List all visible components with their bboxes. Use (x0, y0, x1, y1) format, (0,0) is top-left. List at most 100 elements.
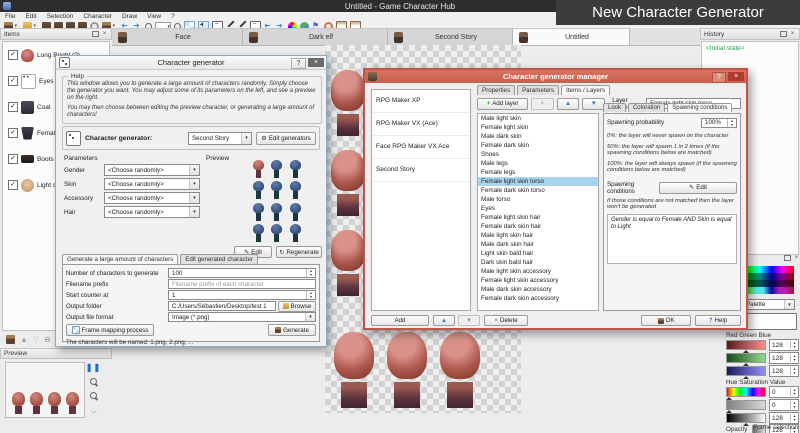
layer-row[interactable]: Male dark skin hair (478, 240, 598, 249)
move-item-down-icon[interactable]: ▽ (33, 335, 39, 344)
menu-character[interactable]: Character (78, 13, 117, 20)
tab-items-layers[interactable]: Items / Layers (561, 85, 610, 95)
move-layer-up-button[interactable]: ▲ (557, 98, 580, 110)
layer-row[interactable]: Female light skin accessory (478, 276, 598, 285)
layer-row[interactable]: Male dark skin accessory (478, 285, 598, 294)
help-titlebar-button[interactable]: ? (291, 58, 306, 69)
layer-row[interactable]: Male legs (478, 159, 598, 168)
delete-generator-button[interactable]: ×Delete (484, 315, 528, 326)
generator-list-item[interactable]: Face RPG Maker VX Ace (372, 136, 470, 159)
move-generator-up-button[interactable]: ▲ (433, 315, 455, 326)
float-panel-icon[interactable] (92, 31, 99, 37)
edit-generators-button[interactable]: ⚙ Edit generators (256, 132, 316, 145)
tab-spawning-conditions[interactable]: Spawning conditions (667, 103, 732, 112)
tab-generate-large-amount[interactable]: Generate a large amount of characters (62, 254, 178, 264)
history-entry[interactable]: <Initial state> (702, 42, 798, 55)
layer-row[interactable]: Shoes (478, 150, 598, 159)
layer-row[interactable]: Female dark skin hair (478, 222, 598, 231)
filename-prefix-input[interactable] (168, 279, 316, 289)
close-panel-icon[interactable]: × (793, 255, 800, 262)
saturation-spinbox[interactable]: 0▴▾ (769, 399, 799, 411)
pause-button[interactable]: ❚❚ (88, 362, 99, 373)
spinner-arrows-icon[interactable]: ▴▾ (790, 401, 798, 409)
tab-look[interactable]: Look (603, 103, 626, 112)
layer-row[interactable]: Eyes (478, 204, 598, 213)
value-spinbox[interactable]: 128▴▾ (769, 412, 799, 424)
preview-zoom-in-button[interactable] (88, 376, 99, 387)
frame-mapping-button[interactable]: Frame mapping process (66, 324, 154, 336)
layer-row[interactable]: Male light skin accessory (478, 267, 598, 276)
blue-spinbox[interactable]: 128▴▾ (769, 365, 799, 377)
layer-row[interactable]: Female legs (478, 168, 598, 177)
browse-button[interactable]: Browse (278, 301, 316, 312)
spinner-arrows-icon[interactable]: ▴▾ (727, 119, 736, 127)
layer-row[interactable]: Female dark skin torso (478, 186, 598, 195)
red-slider[interactable] (726, 340, 766, 350)
current-color-swatch[interactable] (745, 313, 797, 330)
spinner-arrows-icon[interactable]: ▴▾ (306, 291, 315, 299)
regenerate-button[interactable]: ↻Regenerate (276, 246, 322, 258)
layer-row[interactable]: Female dark skin accessory (478, 294, 598, 303)
item-checkbox[interactable]: ✓ (8, 154, 18, 164)
edit-conditions-button[interactable]: ✎Edit (659, 182, 737, 194)
tab-second-story[interactable]: Second Story (388, 28, 513, 45)
remove-layer-button[interactable]: × (531, 98, 554, 110)
close-dialog-button[interactable]: × (728, 72, 744, 81)
menu-help[interactable]: ? (166, 13, 180, 20)
ok-button[interactable]: OK (641, 315, 691, 326)
float-panel-icon[interactable] (780, 31, 787, 37)
layer-row[interactable]: Male light skin (478, 114, 598, 123)
green-slider[interactable] (726, 353, 766, 363)
spinner-arrows-icon[interactable]: ▴▾ (790, 388, 798, 396)
layer-row[interactable]: Female dark skin (478, 141, 598, 150)
layer-row[interactable]: Light skin bald hair (478, 249, 598, 258)
tab-dark-elf[interactable]: Dark elf (243, 28, 388, 45)
menu-view[interactable]: View (142, 13, 166, 20)
move-layer-down-button[interactable]: ▼ (582, 98, 605, 110)
value-slider[interactable] (726, 413, 766, 423)
help-titlebar-button[interactable]: ? (712, 72, 726, 83)
item-checkbox[interactable]: ✓ (8, 102, 18, 112)
menu-file[interactable]: File (0, 13, 20, 20)
item-checkbox[interactable]: ✓ (8, 180, 18, 190)
gender-select[interactable]: <Choose randomly>▾ (104, 164, 200, 176)
spinner-arrows-icon[interactable]: ▴▾ (790, 367, 798, 375)
output-folder-input[interactable] (168, 301, 276, 311)
spinner-arrows-icon[interactable]: ▴▾ (306, 269, 315, 277)
item-sprite-icon[interactable] (6, 335, 15, 344)
add-generator-button[interactable]: Add (371, 315, 429, 326)
layer-row[interactable]: Female light skin hair (478, 213, 598, 222)
tab-untitled[interactable]: Untitled (513, 28, 630, 45)
float-panel-icon[interactable] (784, 255, 791, 261)
onion-skin-button[interactable]: ◡ (88, 404, 99, 415)
palette-select[interactable]: Palette▾ (742, 299, 795, 310)
skin-select[interactable]: <Choose randomly>▾ (104, 178, 200, 190)
tab-properties[interactable]: Properties (477, 85, 515, 95)
layer-row[interactable]: Male torso (478, 195, 598, 204)
spinner-arrows-icon[interactable]: ▴▾ (790, 414, 798, 422)
red-spinbox[interactable]: 128▴▾ (769, 339, 799, 351)
layer-row[interactable]: Male dark skin (478, 132, 598, 141)
add-layer-button[interactable]: + Add layer (477, 98, 528, 110)
spinner-arrows-icon[interactable]: ▴▾ (790, 341, 798, 349)
item-checkbox[interactable]: ✓ (8, 76, 18, 86)
output-format-select[interactable]: Image (*.png)▾ (168, 312, 316, 322)
start-counter-spinbox[interactable]: 1▴▾ (168, 290, 316, 300)
preview-zoom-out-button[interactable] (88, 390, 99, 401)
tab-parameters[interactable]: Parameters (517, 85, 559, 95)
count-spinbox[interactable]: 100▴▾ (168, 268, 316, 278)
menu-selection[interactable]: Selection (42, 13, 79, 20)
hue-slider[interactable] (726, 387, 766, 397)
menu-draw[interactable]: Draw (117, 13, 142, 20)
accessory-select[interactable]: <Choose randomly>▾ (104, 192, 200, 204)
layer-row-selected[interactable]: Female light skin torso (478, 177, 598, 186)
item-checkbox[interactable]: ✓ (8, 50, 18, 60)
probability-spinbox[interactable]: 100%▴▾ (701, 118, 737, 128)
layer-row[interactable]: Female light skin (478, 123, 598, 132)
blue-slider[interactable] (726, 366, 766, 376)
hue-spinbox[interactable]: 0▴▾ (769, 386, 799, 398)
generator-list-item[interactable]: RPG Maker XP (372, 90, 470, 113)
move-generator-down-button[interactable]: ▼ (458, 315, 480, 326)
saturation-slider[interactable] (726, 400, 766, 410)
close-panel-icon[interactable]: × (101, 31, 108, 38)
